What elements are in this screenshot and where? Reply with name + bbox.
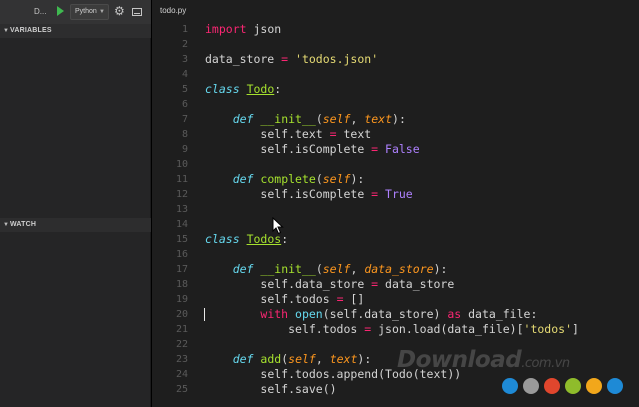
- gear-icon[interactable]: ⚙: [114, 4, 125, 18]
- code-line: 7 def __init__(self, text):: [152, 112, 639, 127]
- line-number: 23: [175, 354, 188, 365]
- code-text[interactable]: import json: [205, 22, 281, 37]
- tab-todo-py[interactable]: todo.py: [160, 6, 186, 15]
- line-number: 5: [181, 84, 188, 95]
- line-number: 15: [175, 234, 188, 245]
- line-number: 17: [175, 264, 188, 275]
- code-line: 15 class Todos:: [152, 232, 639, 247]
- line-number: 12: [175, 189, 188, 200]
- debug-console-icon[interactable]: [132, 8, 142, 16]
- code-text[interactable]: self.data_store = data_store: [205, 277, 454, 292]
- code-line: 13: [152, 202, 639, 217]
- line-number: 1: [181, 24, 188, 35]
- watch-section-header[interactable]: ▼ WATCH: [0, 218, 151, 232]
- code-line: 12 self.isComplete = True: [152, 187, 639, 202]
- vscode-window: D... Python ▼ ⚙ ▼ VARIABLES ▼ WATCH todo…: [0, 0, 639, 407]
- code-area[interactable]: 1 import json 2 3 data_store = 'todos.json…: [152, 22, 639, 397]
- watermark-dot: [523, 378, 539, 394]
- code-text[interactable]: self.todos = json.load(data_file)['todos…: [205, 322, 579, 337]
- code-line: 9 self.isComplete = False: [152, 142, 639, 157]
- line-number: 22: [175, 339, 188, 350]
- editor-tab-bar: todo.py: [152, 0, 639, 21]
- watermark-suffix: .com.vn: [521, 356, 570, 371]
- watermark-dot: [586, 378, 602, 394]
- code-line: 1 import json: [152, 22, 639, 37]
- code-line: 18 self.data_store = data_store: [152, 277, 639, 292]
- line-number: 2: [181, 39, 188, 50]
- code-line: 17 def __init__(self, data_store):: [152, 262, 639, 277]
- code-text[interactable]: data_store = 'todos.json': [205, 52, 378, 67]
- code-line: 11 def complete(self):: [152, 172, 639, 187]
- code-text[interactable]: self.isComplete = False: [205, 142, 419, 157]
- code-text[interactable]: with open(self.data_store) as data_file:: [203, 307, 537, 322]
- code-line: 14: [152, 217, 639, 232]
- line-number: 24: [175, 369, 188, 380]
- variables-section-header[interactable]: ▼ VARIABLES: [0, 24, 151, 38]
- chevron-down-icon: ▼: [99, 9, 105, 15]
- code-line: 21 self.todos = json.load(data_file)['to…: [152, 322, 639, 337]
- mouse-pointer-icon: [272, 217, 284, 235]
- watermark-dot: [544, 378, 560, 394]
- line-number: 6: [181, 99, 188, 110]
- line-number: 7: [181, 114, 188, 125]
- chevron-down-icon: ▼: [3, 222, 10, 228]
- debug-config-select[interactable]: Python ▼: [70, 4, 109, 20]
- code-line: 4: [152, 67, 639, 82]
- line-number: 21: [175, 324, 188, 335]
- line-number: 10: [175, 159, 188, 170]
- line-number: 18: [175, 279, 188, 290]
- code-text[interactable]: def __init__(self, text):: [205, 112, 406, 127]
- code-text[interactable]: def __init__(self, data_store):: [205, 262, 448, 277]
- code-text[interactable]: self.todos = []: [205, 292, 364, 307]
- debug-sidebar: D... Python ▼ ⚙ ▼ VARIABLES ▼ WATCH: [0, 0, 151, 407]
- code-editor[interactable]: todo.py 1 import json 2 3 data_store = 'to…: [152, 0, 639, 407]
- line-number: 11: [175, 174, 188, 185]
- code-text[interactable]: self.text = text: [205, 127, 371, 142]
- debug-toolbar: D... Python ▼ ⚙: [0, 0, 151, 24]
- code-text[interactable]: class Todo:: [205, 82, 281, 97]
- watermark-dot: [565, 378, 581, 394]
- code-line-current: 20 with open(self.data_store) as data_fi…: [152, 307, 639, 322]
- watch-header-label: WATCH: [10, 221, 37, 228]
- line-number: 20: [175, 309, 188, 320]
- watermark-brand: Download: [397, 347, 522, 373]
- play-icon[interactable]: [57, 6, 64, 16]
- line-number: 16: [175, 249, 188, 260]
- code-line: 6: [152, 97, 639, 112]
- line-number: 4: [181, 69, 188, 80]
- code-text[interactable]: def complete(self):: [205, 172, 365, 187]
- line-number: 9: [181, 144, 188, 155]
- line-number: 3: [181, 54, 188, 65]
- code-line: 5 class Todo:: [152, 82, 639, 97]
- code-text[interactable]: self.isComplete = True: [205, 187, 412, 202]
- code-line: 3 data_store = 'todos.json': [152, 52, 639, 67]
- debug-view-label: D...: [34, 7, 47, 16]
- line-number: 14: [175, 219, 188, 230]
- debug-config-value: Python: [75, 8, 97, 15]
- watermark-logo: Download.com.vn: [397, 347, 570, 373]
- code-text[interactable]: def add(self, text):: [205, 352, 372, 367]
- line-number: 8: [181, 129, 188, 140]
- code-text[interactable]: self.save(): [205, 382, 336, 397]
- code-line: 19 self.todos = []: [152, 292, 639, 307]
- line-number: 13: [175, 204, 188, 215]
- line-number: 25: [175, 384, 188, 395]
- variables-header-label: VARIABLES: [10, 27, 52, 34]
- code-line: 2: [152, 37, 639, 52]
- chevron-down-icon: ▼: [3, 28, 10, 34]
- code-line: 16: [152, 247, 639, 262]
- code-line: 10: [152, 157, 639, 172]
- watermark-dot: [607, 378, 623, 394]
- watermark-dot: [502, 378, 518, 394]
- line-number: 19: [175, 294, 188, 305]
- code-line: 8 self.text = text: [152, 127, 639, 142]
